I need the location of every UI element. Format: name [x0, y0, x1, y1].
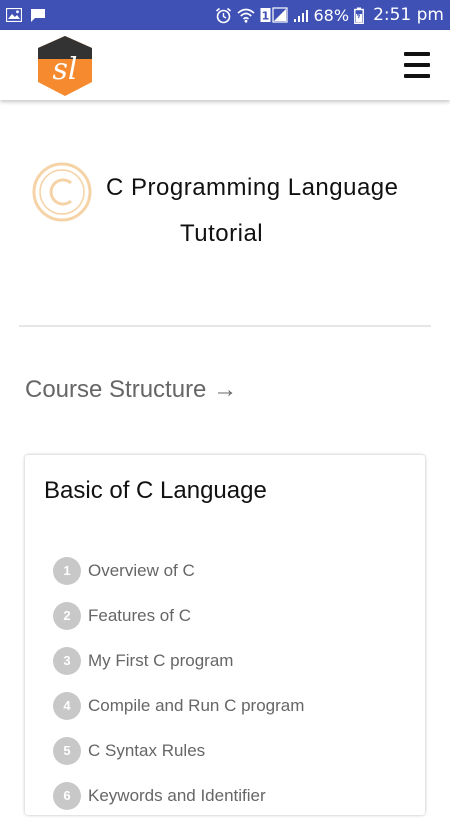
lesson-list: 1 Overview of C 2 Features of C 3 My Fir… — [53, 548, 304, 818]
image-icon — [6, 8, 22, 22]
course-structure-link[interactable]: Course Structure → — [25, 376, 237, 404]
battery-percent: 68% — [313, 5, 350, 25]
status-left-group — [6, 8, 46, 23]
lesson-label: Overview of C — [88, 560, 195, 580]
page-title-line-1: C Programming Language — [106, 174, 399, 201]
lesson-number-badge: 6 — [53, 781, 81, 810]
lesson-label: Compile and Run C program — [88, 695, 305, 715]
card-title: Basic of C Language — [44, 477, 267, 504]
lesson-number-badge: 3 — [53, 646, 81, 675]
lesson-label: Features of C — [88, 605, 191, 625]
lesson-item[interactable]: 4 Compile and Run C program — [53, 683, 304, 728]
svg-text:1: 1 — [261, 10, 269, 23]
chat-icon — [30, 8, 46, 23]
clock: 2:51 pm — [373, 5, 444, 25]
battery-icon — [354, 7, 364, 24]
alarm-icon — [215, 7, 232, 24]
signal-icon — [293, 8, 309, 23]
lesson-number-badge: 1 — [53, 556, 81, 585]
lesson-label: Keywords and Identifier — [88, 785, 266, 805]
lesson-label: My First C program — [88, 650, 234, 670]
lesson-item[interactable]: 6 Keywords and Identifier — [53, 773, 304, 818]
section-divider — [19, 325, 431, 327]
lesson-card: Basic of C Language 1 Overview of C 2 Fe… — [25, 455, 425, 815]
studytonight-logo[interactable]: sl — [36, 35, 94, 97]
status-right-group: 1 68% 2:51 pm — [215, 5, 444, 25]
page-title-line-2: Tutorial — [180, 220, 264, 247]
status-bar: 1 68% 2:51 pm — [0, 0, 450, 30]
lesson-item[interactable]: 2 Features of C — [53, 593, 304, 638]
svg-text:sl: sl — [53, 52, 78, 87]
lesson-item[interactable]: 5 C Syntax Rules — [53, 728, 304, 773]
hamburger-menu-icon[interactable] — [404, 52, 430, 78]
lesson-number-badge: 2 — [53, 601, 81, 630]
sim-signal-icon: 1 — [260, 7, 288, 23]
lesson-item[interactable]: 1 Overview of C — [53, 548, 304, 593]
app-header: sl — [0, 30, 450, 100]
lesson-item[interactable]: 3 My First C program — [53, 638, 304, 683]
wifi-icon — [236, 8, 255, 23]
lesson-label: C Syntax Rules — [88, 740, 206, 760]
copyright-c-icon — [32, 162, 92, 222]
lesson-number-badge: 5 — [53, 736, 81, 765]
lesson-number-badge: 4 — [53, 691, 81, 720]
